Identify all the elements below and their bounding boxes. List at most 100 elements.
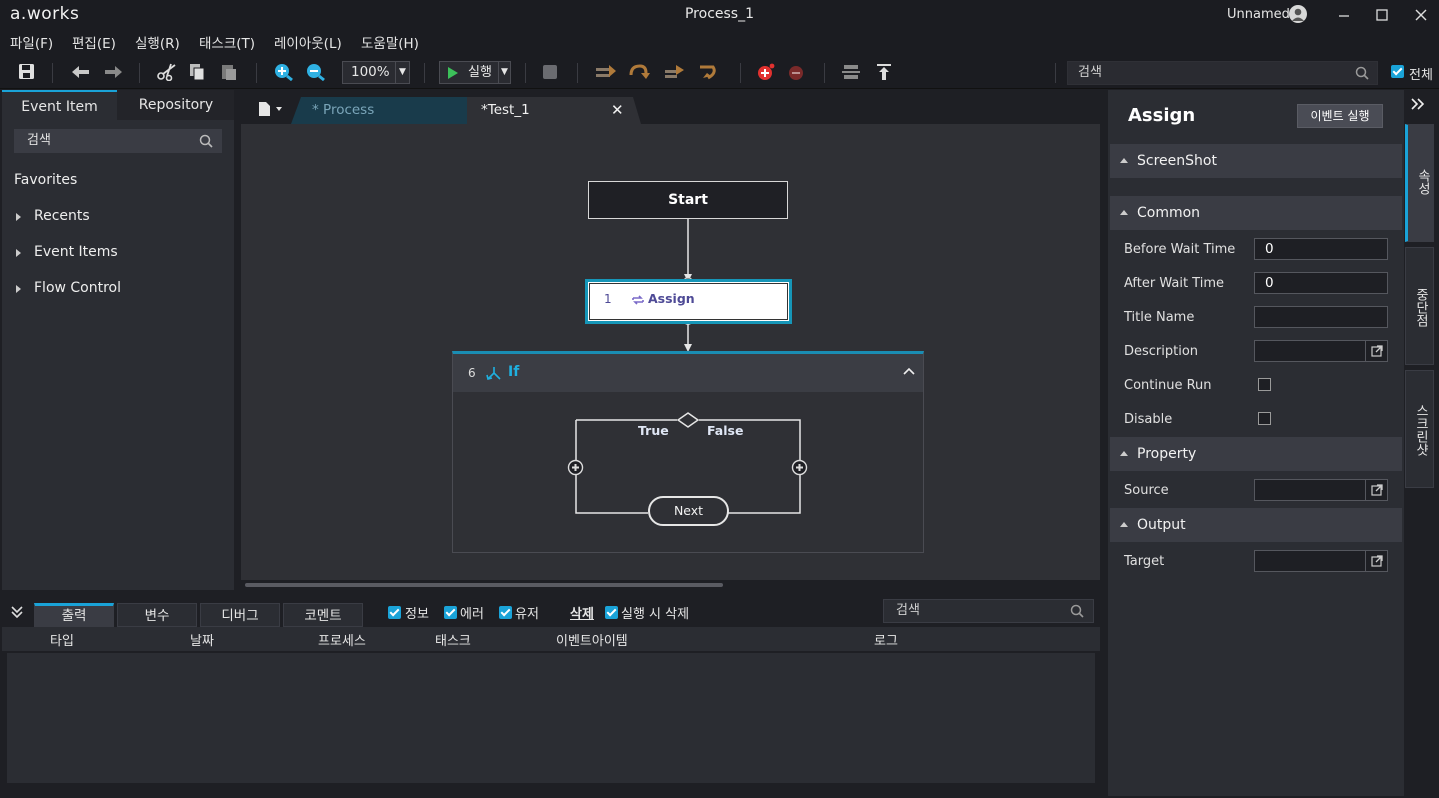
next-node[interactable]: Next bbox=[648, 496, 729, 526]
zoom-out-icon[interactable] bbox=[306, 63, 326, 81]
tree-item-event-items[interactable]: Event Items bbox=[16, 244, 118, 260]
align-center-icon[interactable] bbox=[842, 63, 862, 81]
title-name-input[interactable] bbox=[1254, 306, 1388, 328]
copy-icon[interactable] bbox=[188, 63, 208, 81]
open-editor-icon[interactable] bbox=[1365, 480, 1387, 500]
tab-process[interactable]: * Process bbox=[291, 97, 467, 124]
align-top-icon[interactable] bbox=[875, 63, 895, 81]
delete-on-run-checkbox[interactable] bbox=[605, 606, 618, 619]
target-input[interactable] bbox=[1254, 550, 1388, 572]
undo-icon[interactable] bbox=[70, 63, 90, 81]
search-icon[interactable] bbox=[1070, 604, 1084, 618]
section-common[interactable]: Common bbox=[1110, 196, 1402, 230]
tab-comment[interactable]: 코멘트 bbox=[283, 603, 363, 627]
error-filter-checkbox[interactable] bbox=[444, 606, 457, 619]
collapse-right-panel-icon[interactable] bbox=[1410, 97, 1426, 111]
source-input[interactable] bbox=[1254, 479, 1388, 501]
assign-node[interactable]: 1 Assign bbox=[585, 279, 792, 324]
chevron-down-icon[interactable]: ▼ bbox=[395, 62, 409, 83]
collapse-icon[interactable] bbox=[902, 366, 916, 376]
menu-layout[interactable]: 레이아웃(L) bbox=[274, 32, 342, 52]
favorites-label[interactable]: Favorites bbox=[14, 172, 77, 188]
avatar-icon[interactable] bbox=[1289, 5, 1307, 23]
menu-help[interactable]: 도움말(H) bbox=[361, 32, 419, 52]
tree-item-recents[interactable]: Recents bbox=[16, 208, 90, 224]
open-editor-icon[interactable] bbox=[1365, 341, 1387, 361]
column-event-item[interactable]: 이벤트아이템 bbox=[556, 630, 628, 649]
menu-run[interactable]: 실행(R) bbox=[135, 32, 180, 52]
zoom-select[interactable]: 100% ▼ bbox=[342, 61, 410, 84]
step-out-icon[interactable] bbox=[664, 63, 684, 81]
before-wait-time-input[interactable]: 0 bbox=[1254, 238, 1388, 260]
step-over-icon[interactable] bbox=[595, 63, 616, 81]
redo-icon[interactable] bbox=[102, 63, 122, 81]
column-type[interactable]: 타입 bbox=[50, 630, 74, 649]
open-editor-icon[interactable] bbox=[1365, 551, 1387, 571]
close-icon[interactable] bbox=[1410, 4, 1432, 26]
search-icon[interactable] bbox=[199, 134, 213, 148]
menu-task[interactable]: 태스크(T) bbox=[199, 32, 255, 52]
tab-output[interactable]: 출력 bbox=[34, 603, 114, 627]
save-icon[interactable] bbox=[17, 63, 37, 81]
delete-log-link[interactable]: 삭제 bbox=[570, 603, 594, 622]
description-input[interactable] bbox=[1254, 340, 1388, 362]
disable-checkbox[interactable] bbox=[1258, 412, 1271, 425]
column-log[interactable]: 로그 bbox=[874, 630, 898, 649]
tab-repository[interactable]: Repository bbox=[117, 90, 235, 120]
menu-edit[interactable]: 편집(E) bbox=[72, 32, 116, 52]
caret-right-icon[interactable] bbox=[16, 285, 21, 293]
continue-run-checkbox[interactable] bbox=[1258, 378, 1271, 391]
maximize-icon[interactable] bbox=[1371, 4, 1393, 26]
section-output[interactable]: Output bbox=[1110, 508, 1402, 542]
tab-event-item[interactable]: Event Item bbox=[2, 90, 117, 120]
tree-item-flow-control[interactable]: Flow Control bbox=[16, 280, 121, 296]
global-search-input[interactable]: 검색 bbox=[1067, 61, 1378, 85]
column-process[interactable]: 프로세스 bbox=[318, 630, 366, 649]
user-name[interactable]: Unnamed bbox=[1227, 7, 1290, 22]
event-search-input[interactable]: 검색 bbox=[14, 129, 222, 153]
run-event-button[interactable]: 이벤트 실행 bbox=[1297, 104, 1383, 128]
column-task[interactable]: 태스크 bbox=[435, 630, 471, 649]
toolbar: 100% ▼ 실행 ▼ 검색 전체 bbox=[0, 56, 1439, 89]
caret-right-icon[interactable] bbox=[16, 213, 21, 221]
add-breakpoint-icon[interactable] bbox=[756, 63, 776, 81]
log-table-body[interactable] bbox=[7, 653, 1095, 783]
add-true-branch-icon[interactable] bbox=[567, 459, 584, 476]
after-wait-time-input[interactable]: 0 bbox=[1254, 272, 1388, 294]
collapse-panel-icon[interactable] bbox=[10, 605, 24, 619]
remove-breakpoint-icon[interactable] bbox=[787, 63, 807, 81]
info-filter-checkbox[interactable] bbox=[388, 606, 401, 619]
left-splitter[interactable] bbox=[234, 90, 240, 590]
start-node[interactable]: Start bbox=[588, 181, 788, 219]
if-node[interactable]: 6 If True False Next bbox=[452, 351, 924, 553]
caret-right-icon[interactable] bbox=[16, 249, 21, 257]
column-date[interactable]: 날짜 bbox=[190, 630, 214, 649]
close-tab-icon[interactable]: ✕ bbox=[611, 97, 624, 123]
section-screenshot[interactable]: ScreenShot bbox=[1110, 144, 1402, 178]
side-tab-properties[interactable]: 속성 bbox=[1405, 124, 1434, 242]
all-checkbox[interactable] bbox=[1391, 65, 1404, 78]
search-icon[interactable] bbox=[1355, 66, 1369, 80]
menu-file[interactable]: 파일(F) bbox=[10, 32, 53, 52]
tab-test-1[interactable]: *Test_1 ✕ bbox=[467, 97, 641, 124]
zoom-in-icon[interactable] bbox=[274, 63, 294, 81]
stop-icon[interactable] bbox=[541, 63, 561, 81]
document-menu-icon[interactable] bbox=[258, 101, 284, 117]
run-button[interactable]: 실행 ▼ bbox=[439, 61, 511, 84]
tab-debug[interactable]: 디버그 bbox=[200, 603, 280, 627]
paste-icon[interactable] bbox=[219, 63, 239, 81]
add-false-branch-icon[interactable] bbox=[791, 459, 808, 476]
delete-on-run-label: 실행 시 삭제 bbox=[621, 607, 690, 622]
section-property[interactable]: Property bbox=[1110, 437, 1402, 471]
minimize-icon[interactable] bbox=[1333, 4, 1355, 26]
side-tab-breakpoints[interactable]: 중단점 bbox=[1405, 247, 1434, 365]
step-into-icon[interactable] bbox=[628, 63, 650, 81]
tab-variables[interactable]: 변수 bbox=[117, 603, 197, 627]
step-back-icon[interactable] bbox=[697, 63, 717, 81]
cut-icon[interactable] bbox=[157, 63, 177, 81]
chevron-down-icon[interactable]: ▼ bbox=[498, 62, 510, 83]
canvas-horizontal-scrollbar[interactable] bbox=[245, 583, 723, 587]
log-search-input[interactable]: 검색 bbox=[883, 599, 1094, 623]
user-filter-checkbox[interactable] bbox=[499, 606, 512, 619]
side-tab-screenshot[interactable]: 스크린샷 bbox=[1405, 370, 1434, 488]
